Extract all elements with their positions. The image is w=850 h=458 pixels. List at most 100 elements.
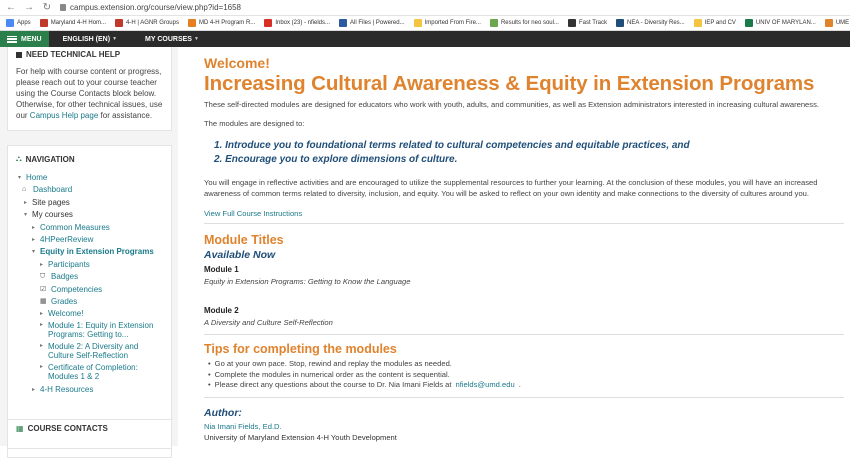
block-title: NEED TECHNICAL HELP: [16, 50, 163, 59]
navigation-title: ⛬ NAVIGATION: [16, 154, 163, 164]
nav-item-module-2[interactable]: ▸ Module 2: A Diversity and Culture Self-…: [16, 342, 163, 361]
author-name[interactable]: Nia Imani Fields, Ed.D.: [204, 421, 397, 432]
bookmark-label: Maryland 4-H Hom...: [50, 20, 107, 26]
bookmark-label: All Files | Powered...: [350, 20, 405, 26]
module-2-label: Module 2: [204, 306, 239, 315]
nav-item-peer-review[interactable]: ▸ 4HPeerReview: [16, 234, 163, 246]
nav-item-badges[interactable]: ⛉ Badges: [16, 271, 163, 283]
nav-label: Module 1: Equity in Extension Programs: …: [48, 320, 154, 340]
back-arrow-icon[interactable]: ←: [6, 2, 16, 13]
bookmark-item[interactable]: All Files | Powered...: [339, 19, 405, 27]
bookmark-item[interactable]: Fast Track: [567, 19, 607, 27]
nav-label: Module 2: A Diversity and Culture Self-R…: [48, 341, 139, 361]
tip-text: Complete the modules in numerical order …: [214, 369, 450, 379]
bookmark-favicon-icon: [264, 19, 273, 27]
bookmark-item[interactable]: MD 4-H Program R...: [187, 19, 255, 27]
goal-1: 1. Introduce you to foundational terms r…: [214, 140, 690, 151]
tip-item: Go at your own pace. Stop, rewind and re…: [204, 359, 521, 370]
square-icon: [16, 51, 22, 58]
bookmark-item[interactable]: UNIV OF MARYLAN...: [744, 19, 816, 27]
tip-text: Please direct any questions about the co…: [214, 380, 452, 389]
address-bar[interactable]: campus.extension.org/course/view.php?id=…: [60, 3, 241, 12]
course-contacts-block: ▦ COURSE CONTACTS: [7, 419, 172, 449]
bookmark-item[interactable]: Results for neo soul...: [489, 19, 559, 27]
checkbox-icon: ☑: [40, 285, 47, 293]
bookmark-item[interactable]: NEA - Diversity Res...: [615, 19, 685, 27]
expanded-icon: ▾: [31, 249, 35, 256]
author-org: University of Maryland Extension 4-H You…: [204, 433, 397, 442]
nav-item-grades[interactable]: ▦ Grades: [16, 296, 163, 308]
browser-url-bar: ← → ↻ campus.extension.org/course/view.p…: [0, 0, 850, 16]
collapsed-icon: ▸: [39, 342, 43, 349]
expanded-icon: ▾: [23, 212, 27, 219]
help-title: NEED TECHNICAL HELP: [26, 50, 121, 59]
goals-list: 1. Introduce you to foundational terms r…: [214, 139, 690, 167]
nav-label: Home: [26, 173, 48, 182]
bookmark-favicon-icon: [339, 19, 348, 27]
nav-item-my-courses[interactable]: ▾ My courses: [16, 209, 163, 221]
nav-item-common-measures[interactable]: ▸ Common Measures: [16, 222, 163, 234]
nav-item-equity-course[interactable]: ▾ Equity in Extension Programs: [16, 246, 163, 258]
course-instructions-link[interactable]: View Full Course Instructions: [204, 208, 302, 219]
my-courses-menu[interactable]: MY COURSES ▼: [131, 36, 213, 43]
nav-item-certificate[interactable]: ▸ Certificate of Completion: Modules 1 & …: [16, 363, 163, 382]
email-link[interactable]: nfields@umd.edu: [455, 380, 514, 391]
bookmark-item[interactable]: UME Qualtrics: [824, 19, 850, 27]
engage-text: You will engage in reflective activities…: [204, 178, 818, 198]
period: .: [518, 380, 521, 389]
nav-label: Grades: [51, 297, 78, 307]
forward-arrow-icon[interactable]: →: [24, 2, 34, 13]
bookmark-label: UNIV OF MARYLAN...: [755, 20, 816, 26]
bookmark-favicon-icon: [615, 19, 624, 27]
intro-text: These self-directed modules are designed…: [204, 100, 819, 109]
bookmark-label: 4-H | AGNR Groups: [126, 20, 179, 26]
nav-item-site-pages[interactable]: ▸ Site pages: [16, 197, 163, 209]
grid-icon: ▦: [16, 424, 24, 433]
bookmark-item[interactable]: Inbox (23) - nfields...: [264, 19, 330, 27]
tips-list: Go at your own pace. Stop, rewind and re…: [204, 359, 521, 391]
bookmark-label: Apps: [17, 20, 31, 26]
sidebar: NEED TECHNICAL HELP For help with course…: [0, 47, 178, 458]
bookmark-item[interactable]: Apps: [6, 19, 31, 27]
bookmark-favicon-icon: [824, 19, 833, 27]
bookmark-favicon-icon: [413, 19, 422, 27]
lock-icon: [60, 4, 66, 11]
nav-item-participants[interactable]: ▸ Participants: [16, 259, 163, 271]
bookmark-item[interactable]: IEP and CV: [693, 19, 736, 27]
nav-item-competencies[interactable]: ☑ Competencies: [16, 284, 163, 296]
nav-label: Participants: [48, 259, 90, 269]
author-info: Nia Imani Fields, Ed.D. University of Ma…: [204, 421, 397, 443]
help-suffix: for assistance.: [100, 111, 153, 120]
bookmark-item[interactable]: Maryland 4-H Hom...: [39, 19, 107, 27]
navigation-block: ⛬ NAVIGATION ▾ Home ⌂ Dashboard ▸ Site page…: [7, 145, 172, 458]
bookmark-item[interactable]: 4-H | AGNR Groups: [115, 19, 179, 27]
module-1-label: Module 1: [204, 265, 239, 274]
bookmark-item[interactable]: Imported From Fire...: [413, 19, 481, 27]
divider: [204, 397, 844, 398]
language-menu[interactable]: ENGLISH (EN) ▼: [49, 36, 131, 43]
bookmark-favicon-icon: [567, 19, 576, 27]
nav-label: Equity in Extension Programs: [40, 247, 154, 257]
nav-label: Competencies: [51, 284, 103, 294]
menu-button[interactable]: MENU: [0, 31, 49, 47]
site-top-bar: MENU ENGLISH (EN) ▼ MY COURSES ▼: [0, 31, 850, 47]
nav-label: Site pages: [32, 197, 70, 207]
tip-text: Go at your own pace. Stop, rewind and re…: [214, 359, 452, 368]
nav-item-welcome[interactable]: ▸ Welcome!: [16, 308, 163, 320]
nav-item-home[interactable]: ▾ Home: [16, 172, 163, 184]
nav-label: 4HPeerReview: [40, 235, 94, 245]
nav-item-module-1[interactable]: ▸ Module 1: Equity in Extension Programs:…: [16, 321, 163, 340]
chevron-down-icon: ▼: [193, 36, 199, 42]
help-text: For help with course content or progress…: [16, 66, 163, 121]
campus-help-link[interactable]: Campus Help page: [30, 111, 98, 120]
my-courses-label: MY COURSES: [145, 35, 192, 43]
reload-icon[interactable]: ↻: [42, 2, 52, 13]
nav-label: Welcome!: [48, 309, 84, 319]
nav-item-dashboard[interactable]: ⌂ Dashboard: [16, 184, 163, 196]
url-text: campus.extension.org/course/view.php?id=…: [70, 3, 241, 12]
course-title: Increasing Cultural Awareness & Equity i…: [204, 72, 815, 95]
nav-item-4h-resources[interactable]: ▸ 4-H Resources: [16, 384, 163, 396]
dashboard-icon: ⌂: [22, 186, 27, 194]
welcome-heading: Welcome!: [204, 55, 270, 71]
tip-item: Please direct any questions about the co…: [204, 380, 521, 391]
